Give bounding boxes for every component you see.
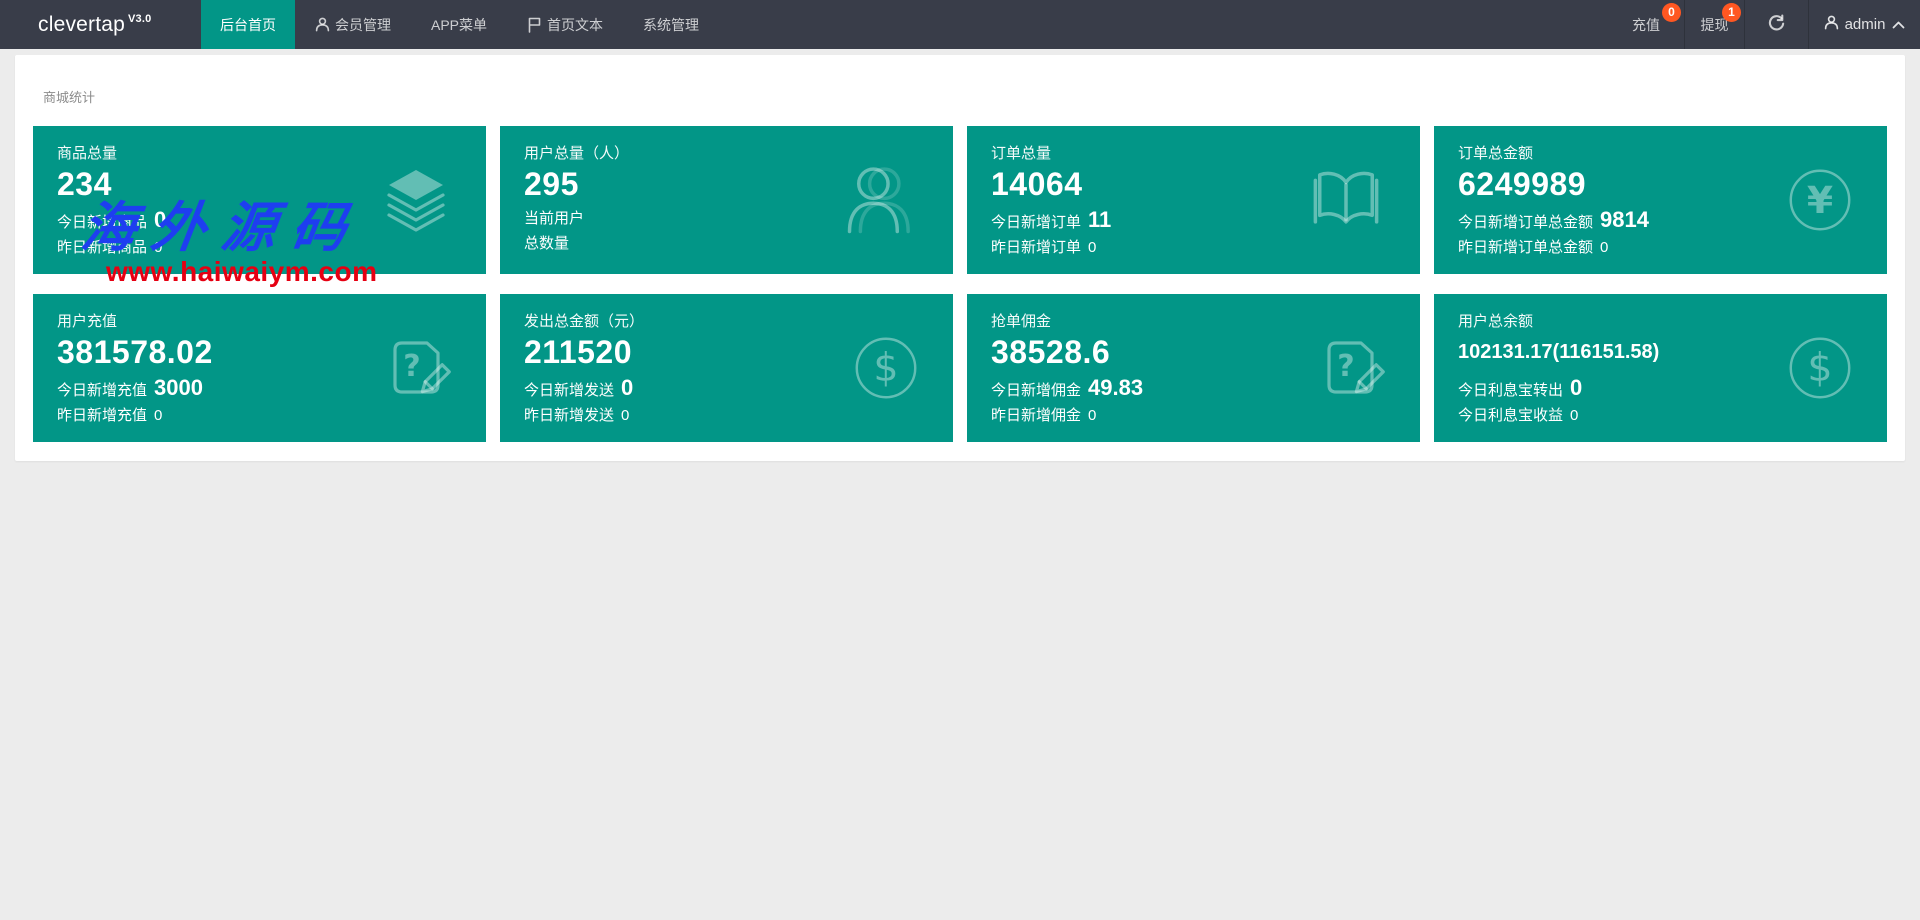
- card-label: 商品总量: [57, 146, 462, 161]
- card-yesterday-value: 0: [1088, 240, 1096, 256]
- card-label: 发出总金额（元）: [524, 314, 929, 329]
- card-label: 用户总量（人）: [524, 146, 929, 161]
- card-today-label: 今日新增订单总金额: [1458, 215, 1593, 231]
- user-icon: [1824, 15, 1839, 34]
- card-today-label: 今日新增发送: [524, 383, 614, 399]
- card-label: 抢单佣金: [991, 314, 1396, 329]
- card-yesterday-value: 0: [154, 240, 162, 256]
- refresh-icon: [1767, 14, 1786, 36]
- svg-text:?: ?: [1337, 349, 1354, 384]
- card-today-label: 今日新增佣金: [991, 383, 1081, 399]
- stat-cards-grid: 商品总量 234 今日新增商品0 昨日新增商品0 用户总量（人） 295 当前用…: [33, 126, 1887, 442]
- card-today-value: 9814: [1600, 211, 1649, 229]
- card-yesterday-value: 0: [1600, 240, 1608, 256]
- stat-card: 用户充值 381578.02 今日新增充值3000 昨日新增充值0 ?: [33, 294, 486, 442]
- stat-card: 商品总量 234 今日新增商品0 昨日新增商品0: [33, 126, 486, 274]
- card-today-label: 今日新增商品: [57, 215, 147, 231]
- logo-text: clevertap: [38, 13, 125, 37]
- svg-text:$: $: [1807, 345, 1832, 391]
- svg-text:?: ?: [403, 349, 420, 384]
- user-icon: [843, 162, 919, 238]
- panel-title: 商城统计: [43, 87, 1887, 106]
- book-icon: [1306, 165, 1386, 235]
- card-yesterday-label: 总数量: [524, 236, 569, 252]
- card-yesterday-label: 昨日新增发送: [524, 408, 614, 424]
- stat-card: 用户总余额 102131.17(116151.58) 今日利息宝转出0 今日利息…: [1434, 294, 1887, 442]
- card-yesterday-label: 昨日新增订单总金额: [1458, 240, 1593, 256]
- nav-item-system[interactable]: 系统管理: [623, 0, 719, 49]
- stats-panel: 商城统计 商品总量 234 今日新增商品0 昨日新增商品0 用户总量（人） 29…: [15, 55, 1905, 461]
- stat-card: 发出总金额（元） 211520 今日新增发送0 昨日新增发送0 $: [500, 294, 953, 442]
- card-label: 用户总余额: [1458, 314, 1863, 329]
- nav-item-members[interactable]: 会员管理: [295, 0, 411, 49]
- logo-version: V3.0: [128, 13, 151, 25]
- card-label: 订单总金额: [1458, 146, 1863, 161]
- user-icon: [315, 17, 330, 32]
- card-today-value: 0: [1570, 379, 1582, 397]
- card-today-label: 今日利息宝转出: [1458, 383, 1563, 399]
- nav-item-app-menu[interactable]: APP菜单: [411, 0, 507, 49]
- admin-username: admin: [1845, 16, 1886, 33]
- card-today-value: 3000: [154, 379, 203, 397]
- recharge-button[interactable]: 充值 0: [1608, 0, 1684, 49]
- stat-card: 订单总金额 6249989 今日新增订单总金额9814 昨日新增订单总金额0 ¥: [1434, 126, 1887, 274]
- yen-icon: ¥: [1787, 167, 1853, 233]
- card-today-value: 49.83: [1088, 379, 1143, 397]
- stat-card: 订单总量 14064 今日新增订单11 昨日新增订单0: [967, 126, 1420, 274]
- card-yesterday-label: 昨日新增充值: [57, 408, 147, 424]
- card-yesterday-value: 0: [1088, 408, 1096, 424]
- stat-card: 抢单佣金 38528.6 今日新增佣金49.83 昨日新增佣金0 ?: [967, 294, 1420, 442]
- main-menu: 后台首页 会员管理 APP菜单 首页文本 系统管理: [201, 0, 719, 49]
- flag-icon: [527, 17, 542, 33]
- card-label: 用户充值: [57, 314, 462, 329]
- dollar-icon: $: [1787, 335, 1853, 401]
- refresh-button[interactable]: [1744, 0, 1808, 49]
- top-navbar: clevertapV3.0 后台首页 会员管理 APP菜单 首页文本 系统管理 …: [0, 0, 1920, 49]
- admin-menu[interactable]: admin: [1808, 0, 1920, 49]
- card-yesterday-label: 昨日新增佣金: [991, 408, 1081, 424]
- svg-text:¥: ¥: [1807, 178, 1833, 222]
- card-today-label: 今日新增充值: [57, 383, 147, 399]
- card-yesterday-value: 0: [154, 408, 162, 424]
- recharge-badge: 0: [1662, 3, 1681, 22]
- stat-card: 用户总量（人） 295 当前用户 总数量: [500, 126, 953, 274]
- withdraw-badge: 1: [1722, 3, 1741, 22]
- card-today-value: 0: [154, 211, 166, 229]
- card-today-value: 0: [621, 379, 633, 397]
- card-yesterday-label: 昨日新增商品: [57, 240, 147, 256]
- doc-pencil-icon: ?: [382, 333, 452, 403]
- nav-item-home[interactable]: 后台首页: [201, 0, 295, 49]
- svg-text:$: $: [873, 345, 898, 391]
- card-today-label: 今日新增订单: [991, 215, 1081, 231]
- card-label: 订单总量: [991, 146, 1396, 161]
- layers-icon: [380, 166, 452, 234]
- doc-pencil-icon: ?: [1316, 333, 1386, 403]
- withdraw-button[interactable]: 提现 1: [1684, 0, 1744, 49]
- chevron-up-icon: [1892, 21, 1905, 29]
- card-today-label: 当前用户: [524, 211, 584, 227]
- navbar-right: 充值 0 提现 1 admin: [1608, 0, 1920, 49]
- card-today-value: 11: [1088, 211, 1111, 229]
- card-yesterday-label: 昨日新增订单: [991, 240, 1081, 256]
- app-logo: clevertapV3.0: [0, 0, 201, 49]
- nav-item-home-text[interactable]: 首页文本: [507, 0, 623, 49]
- card-yesterday-value: 0: [1570, 408, 1578, 424]
- dollar-icon: $: [853, 335, 919, 401]
- card-yesterday-label: 今日利息宝收益: [1458, 408, 1563, 424]
- card-yesterday-value: 0: [621, 408, 629, 424]
